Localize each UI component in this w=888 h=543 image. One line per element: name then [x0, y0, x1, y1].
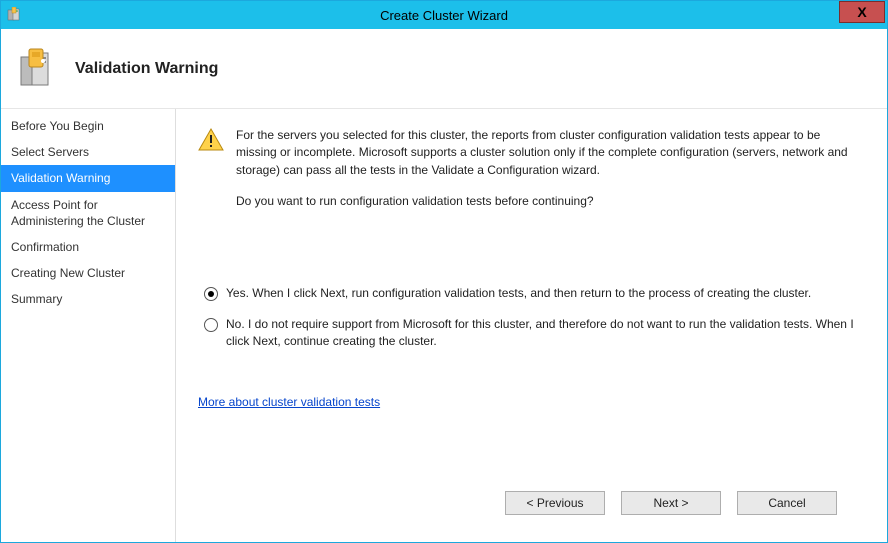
validation-option-group: Yes. When I click Next, run configuratio…: [204, 285, 859, 365]
warning-icon: [198, 127, 224, 225]
window-title: Create Cluster Wizard: [1, 8, 887, 23]
radio-no[interactable]: [204, 318, 218, 332]
sidebar-item-select-servers[interactable]: Select Servers: [1, 139, 175, 165]
warning-message-row: For the servers you selected for this cl…: [198, 127, 859, 225]
wizard-window: Create Cluster Wizard X Validation Warni…: [0, 0, 888, 543]
wizard-footer: < Previous Next > Cancel: [198, 476, 859, 530]
radio-yes[interactable]: [204, 287, 218, 301]
more-info-link[interactable]: More about cluster validation tests: [198, 395, 859, 409]
wizard-header: Validation Warning: [1, 29, 887, 109]
sidebar-item-before-you-begin[interactable]: Before You Begin: [1, 113, 175, 139]
message-paragraph-2: Do you want to run configuration validat…: [236, 193, 859, 210]
next-button[interactable]: Next >: [621, 491, 721, 515]
wizard-sidebar: Before You Begin Select Servers Validati…: [1, 109, 176, 542]
close-button[interactable]: X: [839, 1, 885, 23]
warning-message-text: For the servers you selected for this cl…: [236, 127, 859, 225]
wizard-content: For the servers you selected for this cl…: [176, 109, 887, 542]
app-icon: [7, 7, 23, 23]
sidebar-item-access-point[interactable]: Access Point for Administering the Clust…: [1, 192, 175, 234]
sidebar-item-creating-new-cluster[interactable]: Creating New Cluster: [1, 260, 175, 286]
option-no-row[interactable]: No. I do not require support from Micros…: [204, 316, 859, 351]
previous-button[interactable]: < Previous: [505, 491, 605, 515]
wizard-body: Before You Begin Select Servers Validati…: [1, 109, 887, 542]
cancel-button[interactable]: Cancel: [737, 491, 837, 515]
radio-no-label: No. I do not require support from Micros…: [226, 316, 859, 351]
content-spacer: [198, 409, 859, 476]
radio-yes-label: Yes. When I click Next, run configuratio…: [226, 285, 811, 302]
sidebar-item-summary[interactable]: Summary: [1, 286, 175, 312]
option-yes-row[interactable]: Yes. When I click Next, run configuratio…: [204, 285, 859, 302]
message-paragraph-1: For the servers you selected for this cl…: [236, 127, 859, 179]
wizard-header-icon: [17, 47, 61, 91]
page-title: Validation Warning: [75, 60, 218, 78]
titlebar: Create Cluster Wizard X: [1, 1, 887, 29]
sidebar-item-validation-warning[interactable]: Validation Warning: [1, 165, 175, 191]
sidebar-item-confirmation[interactable]: Confirmation: [1, 234, 175, 260]
